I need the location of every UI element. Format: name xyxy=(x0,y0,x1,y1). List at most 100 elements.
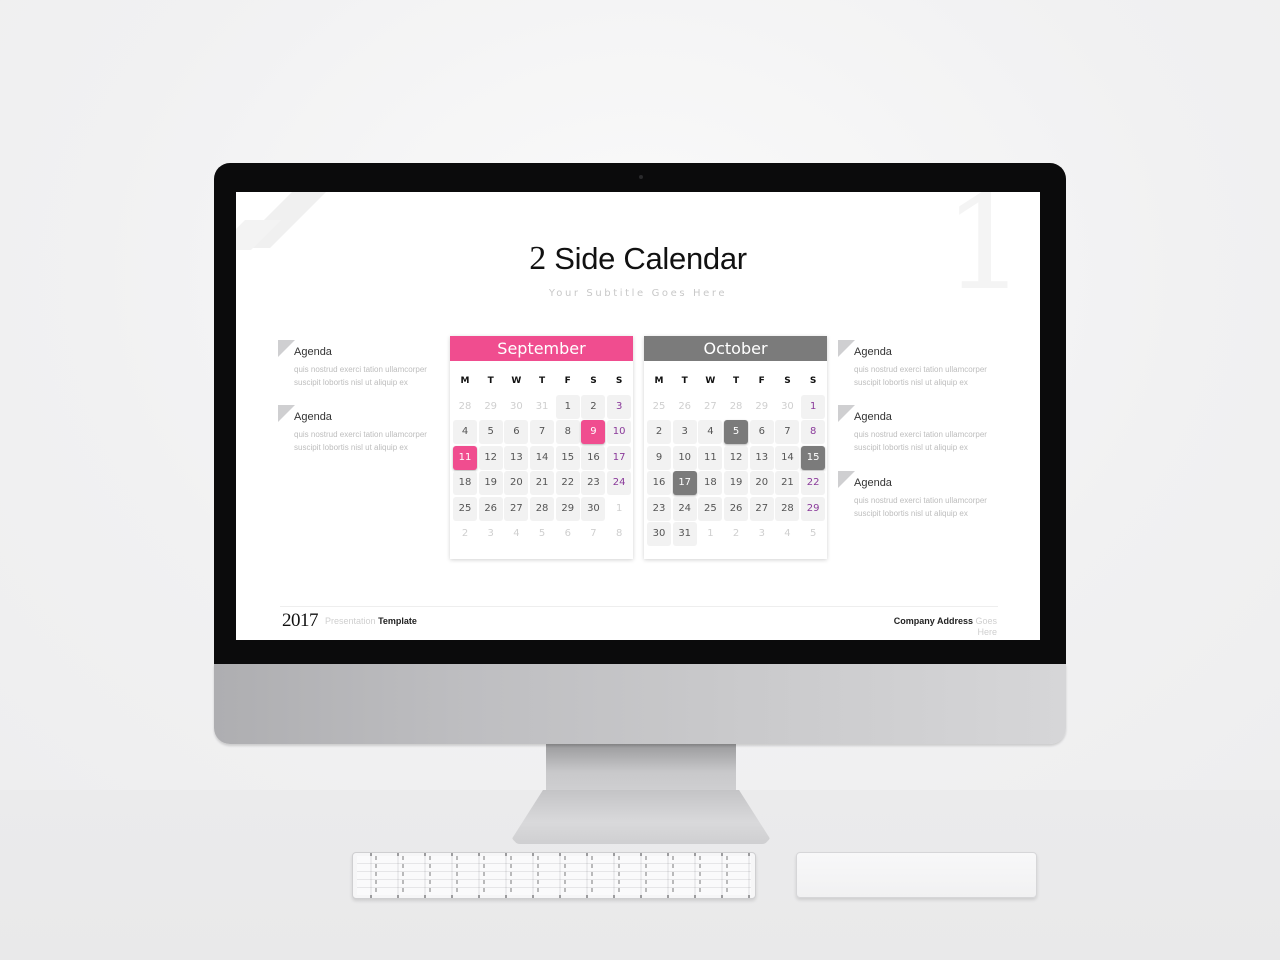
calendar-day[interactable]: 9 xyxy=(647,445,671,470)
calendar-day[interactable]: 19 xyxy=(724,471,749,495)
calendar-day[interactable]: 10 xyxy=(607,420,632,444)
slide-title: 2 Side Calendar xyxy=(236,240,1040,278)
calendar-day-highlighted[interactable]: 5 xyxy=(724,420,749,444)
calendar-day[interactable]: 30 xyxy=(775,395,799,419)
weekday-label: M xyxy=(460,376,470,386)
triangle-marker-icon xyxy=(278,405,295,422)
calendar-day[interactable]: 20 xyxy=(749,471,774,495)
calendar-day[interactable]: 3 xyxy=(672,420,697,444)
calendar-day[interactable]: 4 xyxy=(453,420,477,444)
calendar-day[interactable]: 26 xyxy=(724,496,749,521)
calendar-day[interactable]: 17 xyxy=(607,445,632,470)
weekday-label: S xyxy=(784,376,791,386)
calendar-day[interactable]: 26 xyxy=(673,395,697,419)
calendar-day[interactable]: 21 xyxy=(775,471,800,495)
calendar-day[interactable]: 6 xyxy=(749,420,774,444)
calendar-day[interactable]: 13 xyxy=(504,445,529,470)
calendar-day[interactable]: 27 xyxy=(504,496,529,521)
agenda-title: Agenda xyxy=(294,346,332,358)
calendar-day[interactable]: 24 xyxy=(607,471,632,495)
calendar-day[interactable]: 5 xyxy=(478,420,503,444)
weekday-label: S xyxy=(809,376,817,386)
calendar-day[interactable]: 4 xyxy=(698,420,723,444)
calendar-day[interactable]: 1 xyxy=(698,522,722,546)
calendar-day[interactable]: 4 xyxy=(775,522,799,546)
calendar-day[interactable]: 8 xyxy=(801,420,826,444)
calendar-day[interactable]: 3 xyxy=(750,522,774,546)
calendar-day[interactable]: 5 xyxy=(801,522,825,546)
calendar-day[interactable]: 10 xyxy=(672,445,697,470)
calendar-day-highlighted[interactable]: 17 xyxy=(672,471,697,495)
calendar-day-highlighted[interactable]: 11 xyxy=(453,445,477,470)
calendar-day[interactable]: 31 xyxy=(672,522,697,546)
agenda-description: quis nostrud exerci tation ullamcorper s… xyxy=(854,430,987,452)
calendar-day-highlighted[interactable]: 15 xyxy=(801,445,826,470)
calendar-day[interactable]: 3 xyxy=(479,522,503,546)
agenda-title: Agenda xyxy=(854,411,892,423)
calendar-day[interactable]: 5 xyxy=(530,522,554,546)
monitor-chin xyxy=(214,664,1066,744)
calendar-day[interactable]: 3 xyxy=(607,394,632,419)
calendar-day[interactable]: 29 xyxy=(479,395,503,419)
calendar-day[interactable]: 18 xyxy=(453,471,477,495)
calendar-day[interactable]: 2 xyxy=(724,522,748,546)
calendar-day[interactable]: 27 xyxy=(698,395,722,419)
calendar-day[interactable]: 24 xyxy=(672,496,697,521)
calendar-day[interactable]: 20 xyxy=(504,471,529,495)
calendar-day[interactable]: 6 xyxy=(556,522,580,546)
calendar-day[interactable]: 29 xyxy=(555,496,580,521)
calendar-day[interactable]: 15 xyxy=(555,445,580,470)
calendar-day[interactable]: 25 xyxy=(453,496,477,521)
weekday-label: T xyxy=(487,376,494,386)
calendar-day[interactable]: 13 xyxy=(749,445,774,470)
calendar-day[interactable]: 30 xyxy=(647,522,671,546)
calendar-day[interactable]: 7 xyxy=(581,522,605,546)
calendar-day[interactable]: 26 xyxy=(478,496,503,521)
calendar-day[interactable]: 4 xyxy=(504,522,528,546)
calendar-day[interactable]: 8 xyxy=(607,522,631,546)
calendar-day[interactable]: 19 xyxy=(478,471,503,495)
calendar-day[interactable]: 2 xyxy=(647,420,671,444)
calendar-day[interactable]: 12 xyxy=(724,445,749,470)
calendar-day[interactable]: 29 xyxy=(801,496,826,521)
calendar-day[interactable]: 12 xyxy=(478,445,503,470)
calendar-day[interactable]: 1 xyxy=(555,394,580,419)
calendar-day[interactable]: 28 xyxy=(530,496,555,521)
calendar-day[interactable]: 27 xyxy=(749,496,774,521)
calendar-day[interactable]: 28 xyxy=(775,496,800,521)
calendar-day[interactable]: 23 xyxy=(647,496,671,521)
calendar-day[interactable]: 25 xyxy=(698,496,723,521)
calendar-day[interactable]: 11 xyxy=(698,445,723,470)
calendar-day[interactable]: 7 xyxy=(530,420,555,444)
calendar-day[interactable]: 31 xyxy=(530,395,554,419)
calendar-day-highlighted[interactable]: 9 xyxy=(581,420,606,444)
calendar-day[interactable]: 30 xyxy=(581,496,606,521)
calendar-day[interactable]: 16 xyxy=(581,445,606,470)
calendar-day[interactable]: 25 xyxy=(647,395,671,419)
triangle-marker-icon xyxy=(838,471,855,488)
calendar-day[interactable]: 7 xyxy=(775,420,800,444)
calendar-day[interactable]: 8 xyxy=(555,420,580,444)
calendar-day[interactable]: 18 xyxy=(698,471,723,495)
calendar-day[interactable]: 30 xyxy=(504,395,528,419)
agenda-description: quis nostrud exerci tation ullamcorper s… xyxy=(294,365,427,387)
calendar-day[interactable]: 22 xyxy=(801,471,826,495)
calendar-day[interactable]: 2 xyxy=(581,394,606,419)
calendar-day[interactable]: 22 xyxy=(555,471,580,495)
calendar-day[interactable]: 1 xyxy=(607,497,631,521)
calendar-day[interactable]: 21 xyxy=(530,471,555,495)
calendar-day[interactable]: 29 xyxy=(750,395,774,419)
calendar-day[interactable]: 1 xyxy=(801,394,826,419)
calendar-day[interactable]: 23 xyxy=(581,471,606,495)
calendar-day[interactable]: 28 xyxy=(453,395,477,419)
weekday-label: T xyxy=(681,376,688,386)
calendar-day[interactable]: 6 xyxy=(504,420,529,444)
calendar-day[interactable]: 14 xyxy=(775,445,800,470)
calendar-day[interactable]: 28 xyxy=(724,395,748,419)
calendar-september: September M T W T F S S 28 29 30 31 1 2 3 4 5 6 7 8 9 10 11 12… xyxy=(450,336,633,559)
calendar-day[interactable]: 2 xyxy=(453,522,477,546)
calendar-day[interactable]: 16 xyxy=(647,471,671,495)
weekday-label: T xyxy=(538,376,546,386)
slide-screen: 1 2 Side Calendar Your Subtitle Goes Her… xyxy=(236,192,1040,640)
calendar-day[interactable]: 14 xyxy=(530,445,555,470)
